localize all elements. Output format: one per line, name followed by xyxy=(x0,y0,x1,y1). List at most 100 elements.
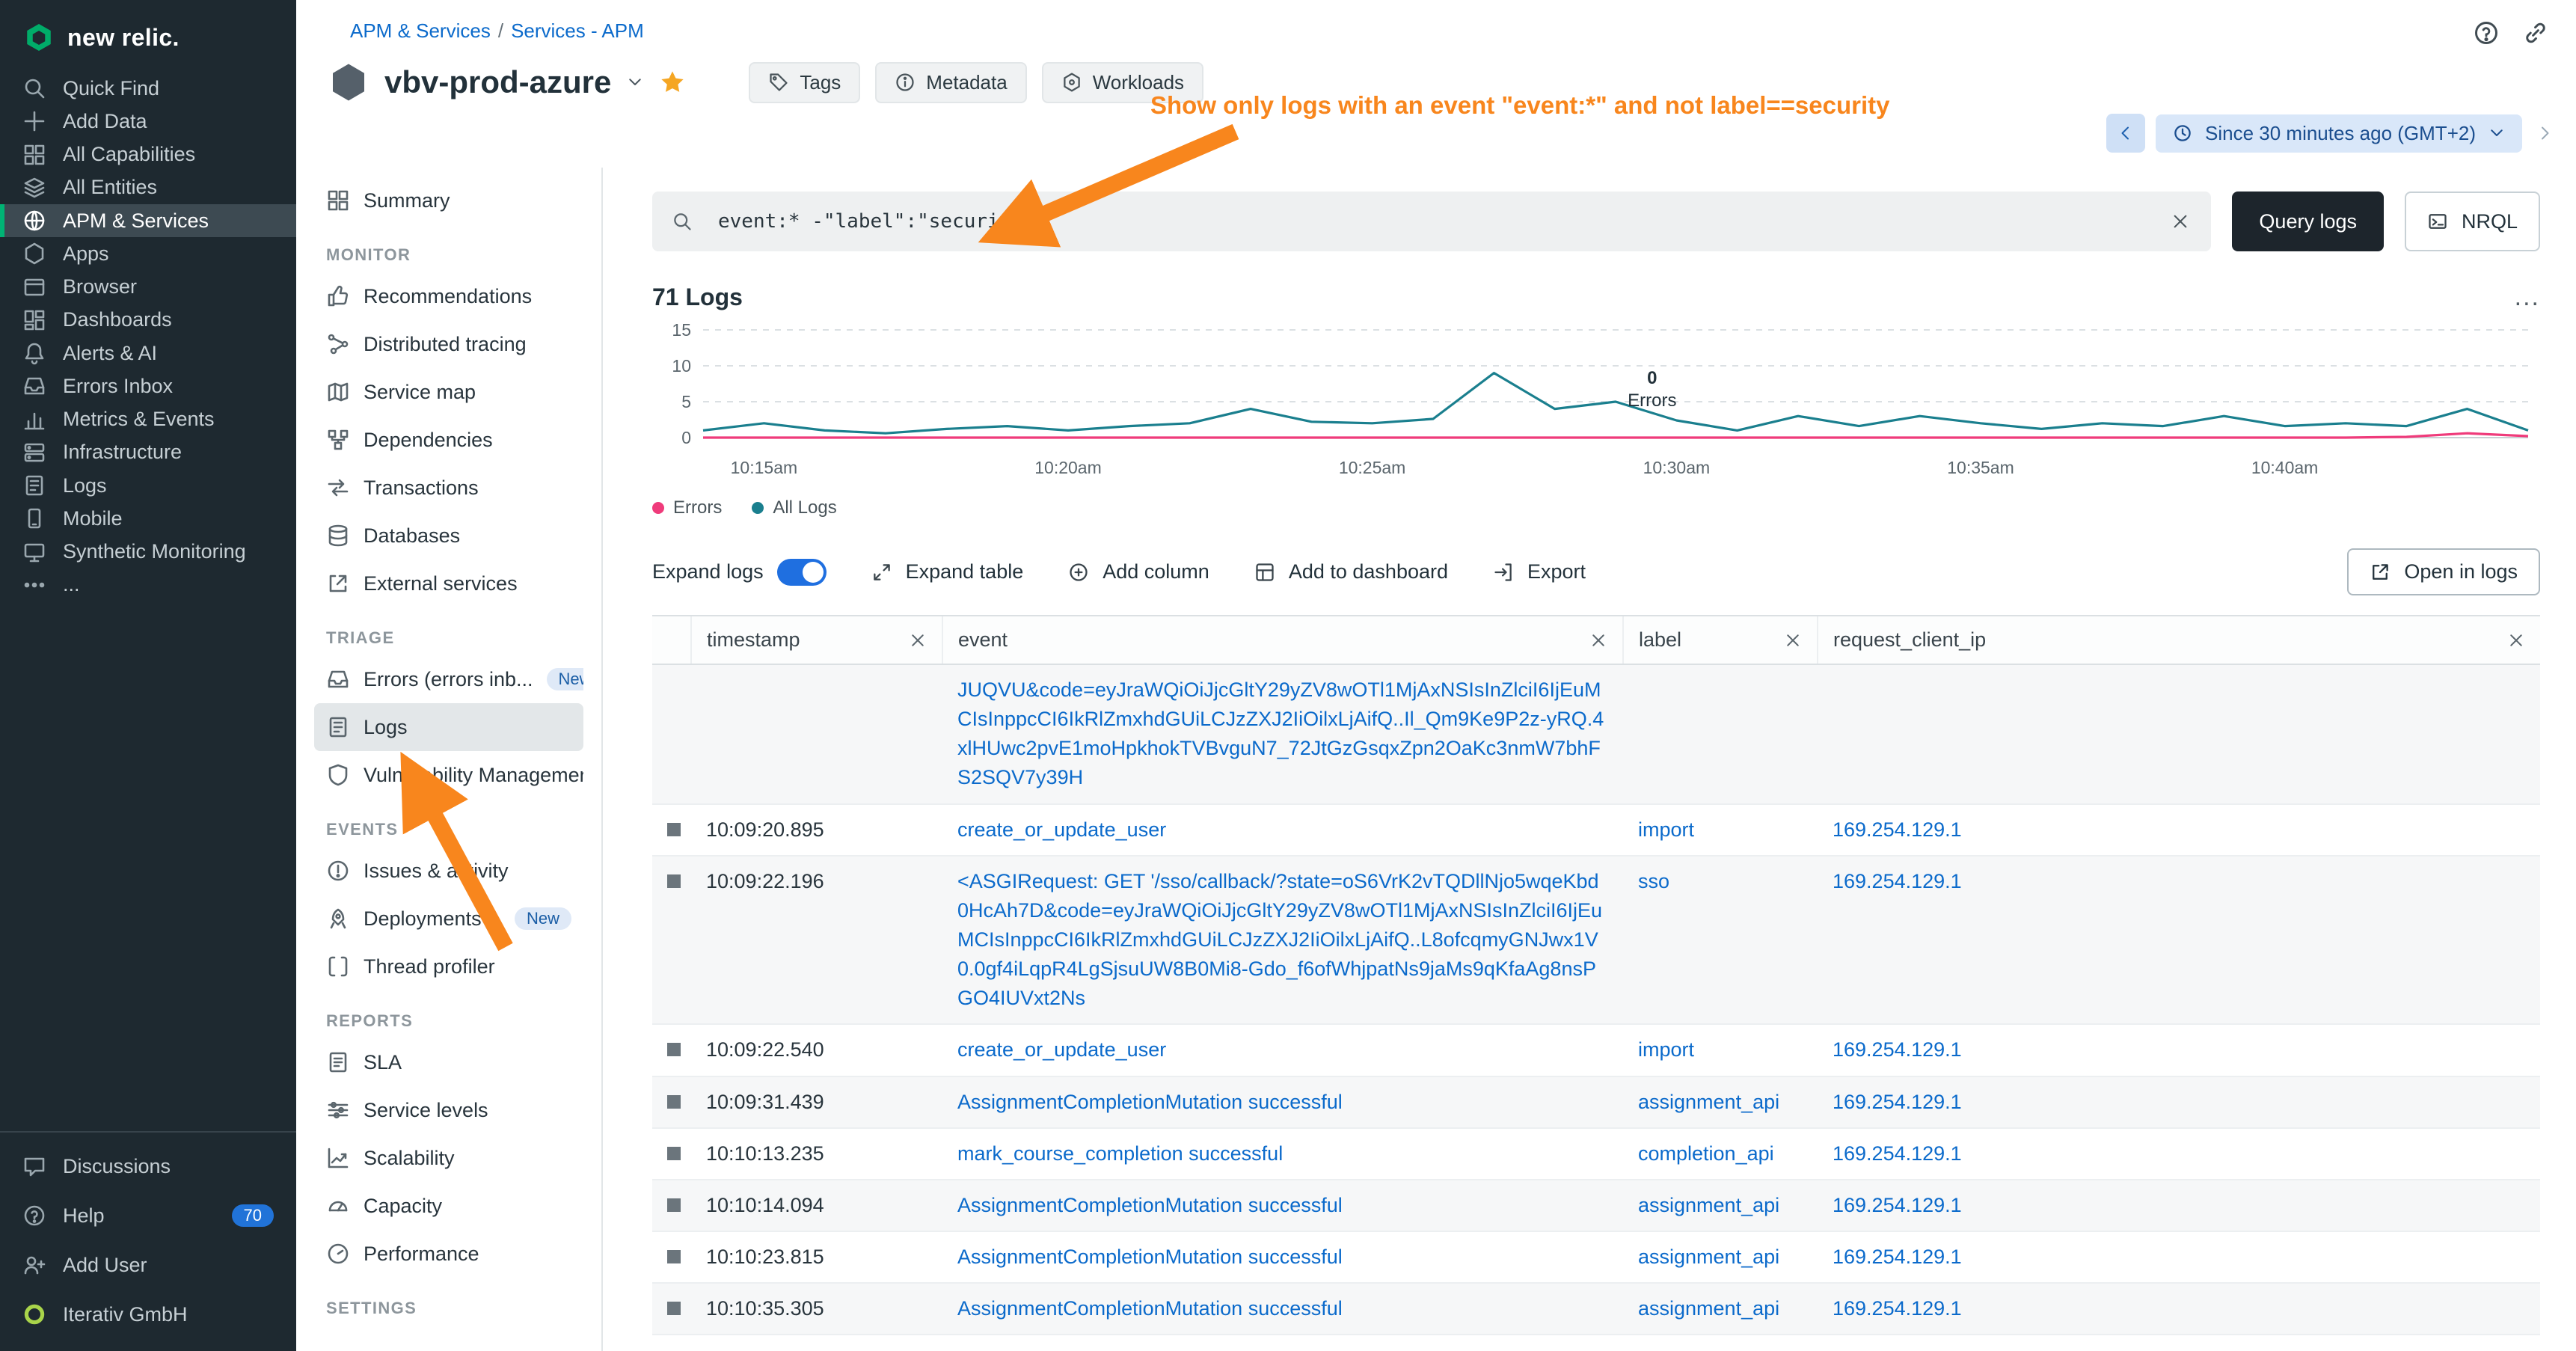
help-circle-icon[interactable] xyxy=(2473,19,2500,46)
entity-nav-item-logs[interactable]: Logs xyxy=(314,703,583,751)
log-row[interactable]: 10:09:22.196<ASGIRequest: GET '/sso/call… xyxy=(652,856,2540,1025)
entity-nav-item-transactions[interactable]: Transactions xyxy=(314,464,583,512)
entity-nav-item-errors-errors-inb[interactable]: Errors (errors inb...New xyxy=(314,655,583,703)
entity-nav-item-distributed-tracing[interactable]: Distributed tracing xyxy=(314,320,583,368)
label-link[interactable]: assignment_api xyxy=(1638,1194,1779,1216)
label-link[interactable]: assignment_api xyxy=(1638,1246,1779,1268)
global-nav-item-add-data[interactable]: Add Data xyxy=(0,105,296,138)
row-selector-square[interactable] xyxy=(667,1250,681,1263)
label-link[interactable]: sso xyxy=(1638,870,1669,892)
global-nav-item-apm-services[interactable]: APM & Services xyxy=(0,204,296,237)
time-picker[interactable]: Since 30 minutes ago (GMT+2) xyxy=(2156,114,2522,153)
remove-column-icon[interactable] xyxy=(909,631,927,649)
global-nav-item-alerts-ai[interactable]: Alerts & AI xyxy=(0,337,296,370)
event-link[interactable]: AssignmentCompletionMutation successful xyxy=(957,1246,1343,1268)
query-logs-button[interactable]: Query logs xyxy=(2232,192,2384,251)
permalink-icon[interactable] xyxy=(2522,19,2549,46)
log-row[interactable]: 10:10:13.235mark_course_completion succe… xyxy=(652,1128,2540,1180)
event-link[interactable]: AssignmentCompletionMutation successful xyxy=(957,1091,1343,1113)
event-link[interactable]: mark_course_completion successful xyxy=(957,1142,1283,1165)
row-selector-square[interactable] xyxy=(667,1302,681,1315)
request-client-ip-link[interactable]: 169.254.129.1 xyxy=(1833,1246,1962,1268)
event-link[interactable]: create_or_update_user xyxy=(957,1038,1166,1061)
label-link[interactable]: import xyxy=(1638,818,1694,841)
entity-nav-item-sla[interactable]: SLA xyxy=(314,1038,583,1086)
entity-nav-item-performance[interactable]: Performance xyxy=(314,1230,583,1278)
time-forward-button[interactable] xyxy=(2533,124,2557,142)
breadcrumb-apm-services[interactable]: APM & Services xyxy=(350,19,491,42)
request-client-ip-link[interactable]: 169.254.129.1 xyxy=(1833,1091,1962,1113)
entity-nav-item-databases[interactable]: Databases xyxy=(314,512,583,560)
entity-nav-item-dependencies[interactable]: Dependencies xyxy=(314,416,583,464)
entity-nav-item-thread-profiler[interactable]: Thread profiler xyxy=(314,943,583,990)
global-nav-item-all-capabilities[interactable]: All Capabilities xyxy=(0,138,296,171)
global-nav-item-infrastructure[interactable]: Infrastructure xyxy=(0,436,296,469)
nrql-button[interactable]: NRQL xyxy=(2405,192,2540,251)
favorite-star-icon[interactable] xyxy=(659,69,686,96)
tags-button[interactable]: Tags xyxy=(749,62,860,103)
global-nav-item-iterativ-gmbh[interactable]: Iterativ GmbH xyxy=(0,1290,296,1339)
newrelic-logo[interactable]: new relic. xyxy=(0,0,296,72)
global-nav-item-help[interactable]: Help70 xyxy=(0,1191,296,1240)
add-to-dashboard-button[interactable]: Add to dashboard xyxy=(1254,560,1448,583)
log-row[interactable]: 10:09:20.895create_or_update_userimport1… xyxy=(652,804,2540,856)
global-nav-item-mobile[interactable]: Mobile xyxy=(0,502,296,535)
event-link[interactable]: AssignmentCompletionMutation successful xyxy=(957,1297,1343,1320)
log-row[interactable]: 10:10:44.066AssignmentCompletionMutation… xyxy=(652,1335,2540,1351)
global-nav-item-metrics-events[interactable]: Metrics & Events xyxy=(0,403,296,436)
entity-nav-item-deployments[interactable]: DeploymentsNew xyxy=(314,895,583,943)
clear-query-icon[interactable] xyxy=(2171,212,2190,231)
legend-errors[interactable]: Errors xyxy=(652,497,722,518)
entity-nav-item-capacity[interactable]: Capacity xyxy=(314,1182,583,1230)
logs-more-menu[interactable]: ... xyxy=(2515,283,2540,312)
entity-nav-item-scalability[interactable]: Scalability xyxy=(314,1134,583,1182)
entity-nav-item-vulnerability-management[interactable]: Vulnerability Management xyxy=(314,751,583,799)
global-nav-item-apps[interactable]: Apps xyxy=(0,237,296,270)
open-in-logs-button[interactable]: Open in logs xyxy=(2347,548,2540,595)
row-selector-square[interactable] xyxy=(667,1043,681,1056)
row-selector-square[interactable] xyxy=(667,823,681,836)
request-client-ip-link[interactable]: 169.254.129.1 xyxy=(1833,1142,1962,1165)
remove-column-icon[interactable] xyxy=(1589,631,1607,649)
global-nav-item-add-user[interactable]: Add User xyxy=(0,1240,296,1290)
global-nav-item-logs[interactable]: Logs xyxy=(0,469,296,502)
global-nav-item-dashboards[interactable]: Dashboards xyxy=(0,304,296,337)
event-link[interactable]: <ASGIRequest: GET '/sso/callback/?state=… xyxy=(957,870,1602,1010)
entity-nav-item-service-map[interactable]: Service map xyxy=(314,368,583,416)
event-link[interactable]: create_or_update_user xyxy=(957,818,1166,841)
global-nav-item-item[interactable]: ... xyxy=(0,569,296,601)
expand-logs-toggle[interactable] xyxy=(777,559,827,586)
label-link[interactable]: assignment_api xyxy=(1638,1297,1779,1320)
log-row[interactable]: 10:10:35.305AssignmentCompletionMutation… xyxy=(652,1283,2540,1335)
row-selector-square[interactable] xyxy=(667,1198,681,1212)
entity-nav-item-service-levels[interactable]: Service levels xyxy=(314,1086,583,1134)
log-row[interactable]: JUQVU&code=eyJraWQiOiJjcGltY29yZV8wOTl1M… xyxy=(652,664,2540,804)
event-link[interactable]: JUQVU&code=eyJraWQiOiJjcGltY29yZV8wOTl1M… xyxy=(957,678,1604,788)
entity-nav-item-issues-activity[interactable]: Issues & activity xyxy=(314,847,583,895)
global-nav-item-quick-find[interactable]: Quick Find xyxy=(0,72,296,105)
row-selector-square[interactable] xyxy=(667,1147,681,1160)
add-column-button[interactable]: Add column xyxy=(1068,560,1209,583)
remove-column-icon[interactable] xyxy=(2507,631,2525,649)
global-nav-item-discussions[interactable]: Discussions xyxy=(0,1142,296,1191)
entity-chevron-down-icon[interactable] xyxy=(626,73,644,91)
request-client-ip-link[interactable]: 169.254.129.1 xyxy=(1833,818,1962,841)
request-client-ip-link[interactable]: 169.254.129.1 xyxy=(1833,1297,1962,1320)
label-link[interactable]: completion_api xyxy=(1638,1142,1774,1165)
export-button[interactable]: Export xyxy=(1493,560,1586,583)
time-back-button[interactable] xyxy=(2106,114,2145,153)
metadata-button[interactable]: Metadata xyxy=(875,62,1026,103)
global-nav-item-synthetic-monitoring[interactable]: Synthetic Monitoring xyxy=(0,536,296,569)
entity-nav-item-recommendations[interactable]: Recommendations xyxy=(314,272,583,320)
log-row[interactable]: 10:10:23.815AssignmentCompletionMutation… xyxy=(652,1231,2540,1283)
entity-nav-item-external-services[interactable]: External services xyxy=(314,560,583,607)
legend-all-logs[interactable]: All Logs xyxy=(752,497,836,518)
global-nav-item-errors-inbox[interactable]: Errors Inbox xyxy=(0,370,296,402)
label-link[interactable]: assignment_api xyxy=(1638,1091,1779,1113)
remove-column-icon[interactable] xyxy=(1784,631,1802,649)
breadcrumb-services-apm[interactable]: Services - APM xyxy=(511,19,644,42)
global-nav-item-browser[interactable]: Browser xyxy=(0,271,296,304)
global-nav-item-all-entities[interactable]: All Entities xyxy=(0,171,296,204)
log-row[interactable]: 10:10:14.094AssignmentCompletionMutation… xyxy=(652,1180,2540,1231)
row-selector-square[interactable] xyxy=(667,874,681,888)
